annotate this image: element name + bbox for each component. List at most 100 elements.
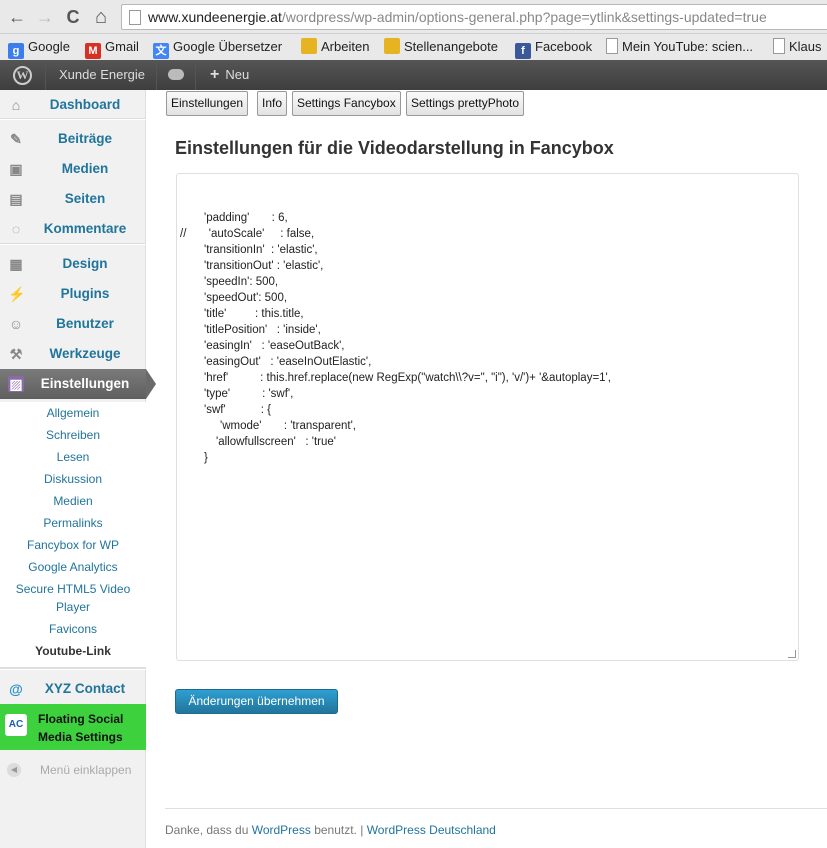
code-line: 'transitionOut' : 'elastic',: [204, 260, 324, 272]
translate-icon: 文: [153, 43, 169, 59]
facebook-icon: f: [515, 43, 531, 59]
admin-sidebar: Allgemein Schreiben Lesen Diskussion Medien P…: [0, 90, 156, 848]
submenu-item[interactable]: Allgemein: [0, 404, 146, 422]
gmail-icon: M: [85, 43, 101, 59]
sidebar-item-label: Dashboard: [49, 97, 121, 112]
bookmark-item[interactable]: Klaus: [773, 38, 822, 56]
pin-icon: ✎: [10, 131, 22, 147]
tab-einstellungen[interactable]: Einstellungen: [166, 91, 249, 116]
home-icon[interactable]: ⌂: [90, 6, 112, 28]
bookmark-item[interactable]: Stellenangebote: [384, 38, 498, 56]
page-icon: [606, 38, 618, 54]
address-bar[interactable]: www.xundeenergie.at/wordpress/wp-admin/o…: [121, 4, 827, 30]
settings-icon: ▨: [8, 376, 24, 392]
folder-icon: [384, 38, 400, 54]
submenu-item[interactable]: Schreiben: [0, 426, 146, 444]
submenu-item[interactable]: Lesen: [0, 448, 146, 466]
submenu-item[interactable]: Diskussion: [0, 470, 146, 488]
code-line: 'swf' : {: [204, 404, 272, 416]
code-line: 'type' : 'swf',: [204, 388, 294, 400]
settings-submenu: Allgemein Schreiben Lesen Diskussion Medien P…: [0, 402, 146, 668]
forward-arrow-icon[interactable]: →: [34, 6, 56, 28]
pages-icon: ▤: [9, 191, 23, 207]
home-icon: ⌂: [11, 97, 21, 113]
sidebar-item-label: Einstellungen: [40, 376, 130, 391]
sidebar-item-einstellungen[interactable]: ▨ Einstellungen: [0, 369, 156, 399]
bookmark-label: Google Übersetzer: [173, 39, 283, 54]
save-changes-button[interactable]: Änderungen übernehmen: [175, 689, 338, 714]
site-name-link[interactable]: Xunde Energie: [47, 60, 157, 90]
reload-icon[interactable]: C: [62, 6, 84, 28]
new-content-link[interactable]: + Neu: [197, 60, 267, 90]
submenu-item[interactable]: Google Analytics: [0, 558, 146, 576]
sidebar-item-dashboard[interactable]: ⌂ Dashboard: [0, 90, 146, 120]
new-label: Neu: [225, 67, 250, 82]
sidebar-item-label: Beiträge: [57, 131, 113, 146]
sidebar-item-xyz-contact[interactable]: @ XYZ Contact: [0, 674, 146, 704]
tab-settings-fancybox[interactable]: Settings Fancybox: [292, 91, 401, 116]
appearance-icon: ▦: [9, 256, 23, 272]
footer-middle: benutzt. |: [310, 823, 367, 837]
submenu-item[interactable]: Youtube-Link: [0, 642, 146, 660]
sidebar-item-kommentare[interactable]: ◌ Kommentare: [0, 214, 146, 244]
sidebar-item-seiten[interactable]: ▤ Seiten: [0, 184, 146, 214]
url-path: /wordpress/wp-admin/options-general.php?…: [281, 9, 767, 25]
sidebar-item-label: XYZ Contact: [44, 681, 126, 696]
browser-toolbar: ← → C ⌂ www.xundeenergie.at/wordpress/wp…: [0, 0, 827, 34]
submenu-item[interactable]: Secure HTML5 Video: [0, 580, 146, 598]
folder-icon: [301, 38, 317, 54]
floating-social-line2: Media Settings: [38, 730, 123, 744]
bookmark-item[interactable]: M Gmail: [85, 38, 139, 59]
fancybox-settings-textarea[interactable]: 'padding' : 6, // 'autoScale' : false, 'tr…: [176, 173, 799, 661]
back-arrow-icon[interactable]: ←: [6, 6, 28, 28]
submenu-item-continuation[interactable]: Player: [0, 598, 146, 616]
at-sign-icon: @: [9, 681, 23, 697]
bookmark-label: Stellenangebote: [404, 39, 498, 54]
page-icon: [129, 10, 141, 25]
users-icon: ☺: [8, 316, 24, 332]
plus-icon: +: [210, 66, 220, 83]
collapse-arrow-icon: ◀: [7, 763, 21, 777]
url-host: www.xundeenergie.at: [148, 9, 282, 25]
collapse-menu-button[interactable]: ◀ Menü einklappen: [0, 760, 146, 780]
footer-prefix: Danke, dass du: [165, 823, 252, 837]
tab-settings-prettyphoto[interactable]: Settings prettyPhoto: [406, 91, 525, 116]
submenu-item[interactable]: Favicons: [0, 620, 146, 638]
sidebar-item-floating-social[interactable]: AC Floating Social Media Settings: [0, 704, 146, 750]
sidebar-item-werkzeuge[interactable]: ⚒ Werkzeuge: [0, 339, 146, 369]
bookmark-item[interactable]: Mein YouTube: scien...: [606, 38, 753, 56]
sidebar-item-medien[interactable]: ▣ Medien: [0, 154, 146, 184]
wordpress-logo-icon[interactable]: W: [0, 60, 46, 90]
menu-separator: [0, 668, 146, 670]
bookmark-label: Klaus: [789, 39, 822, 54]
submenu-item[interactable]: Permalinks: [0, 514, 146, 532]
bookmark-item[interactable]: Arbeiten: [301, 38, 369, 56]
plugins-icon: ⚡: [8, 286, 26, 302]
page-icon: [773, 38, 785, 54]
sidebar-item-benutzer[interactable]: ☺ Benutzer: [0, 309, 146, 339]
wp-admin-bar: W Xunde Energie + Neu: [0, 60, 827, 90]
sidebar-item-label: Floating Social Media Settings: [38, 710, 123, 746]
bookmark-item[interactable]: 文 Google Übersetzer: [153, 38, 282, 59]
ac-logo-icon: AC: [5, 714, 27, 736]
tab-info[interactable]: Info: [257, 91, 288, 116]
wordpress-deutschland-link[interactable]: WordPress Deutschland: [367, 823, 496, 837]
tools-icon: ⚒: [9, 346, 23, 362]
comments-icon: ◌: [11, 221, 21, 237]
code-line: }: [204, 452, 208, 464]
sidebar-item-beitrge[interactable]: ✎ Beiträge: [0, 124, 146, 154]
page-title: Einstellungen für die Videodarstellung i…: [175, 138, 614, 158]
wordpress-link[interactable]: WordPress: [252, 823, 311, 837]
resize-handle[interactable]: [788, 650, 796, 658]
sidebar-item-design[interactable]: ▦ Design: [0, 249, 146, 279]
submenu-item[interactable]: Fancybox for WP: [0, 536, 146, 554]
code-line: 'titlePosition' : 'inside',: [204, 324, 321, 336]
submenu-item[interactable]: Medien: [0, 492, 146, 510]
bookmark-item[interactable]: g Google: [8, 38, 70, 59]
sidebar-item-label: Medien: [61, 161, 109, 176]
code-line: 'easingIn' : 'easeOutBack',: [204, 340, 345, 352]
bookmark-item[interactable]: f Facebook: [515, 38, 592, 59]
comments-link[interactable]: [158, 60, 196, 90]
sidebar-item-plugins[interactable]: ⚡ Plugins: [0, 279, 146, 309]
code-line: 'allowfullscreen' : 'true': [216, 436, 336, 448]
